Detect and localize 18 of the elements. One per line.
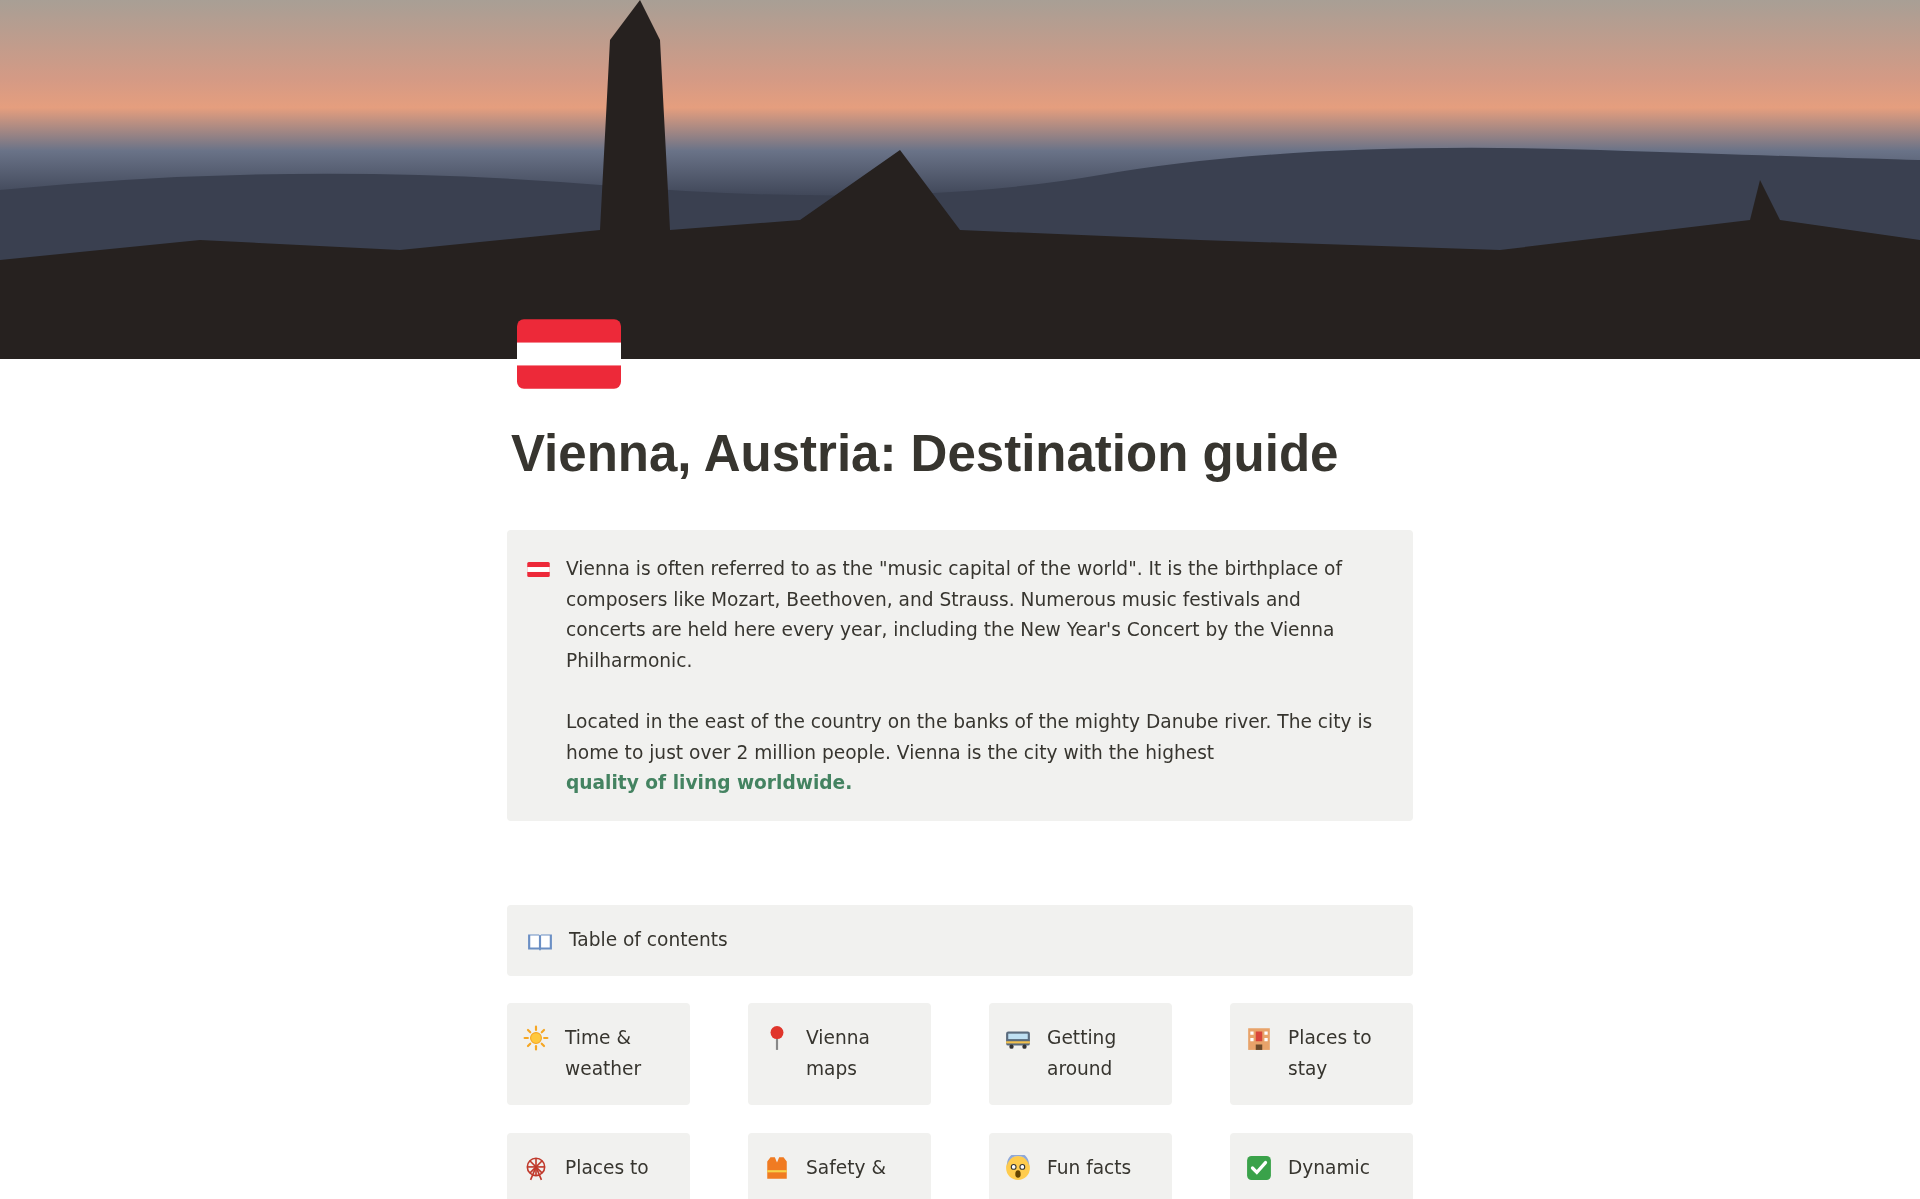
flag-icon bbox=[527, 562, 550, 578]
page-link-card[interactable]: Fun facts bbox=[989, 1132, 1172, 1199]
page-link-card[interactable]: Dynamic bbox=[1230, 1132, 1413, 1199]
screaming-face-icon bbox=[1005, 1154, 1031, 1181]
page-link-card[interactable]: Vienna maps bbox=[748, 1002, 931, 1105]
callout-paragraph: Located in the east of the country on the banks of the mighty Danube river. The city is home to just over 2 million people. Vienna is the city with the highest quality of living worldwide. bbox=[566, 710, 1374, 796]
page-link-card[interactable]: Safety & bbox=[748, 1132, 931, 1199]
text-link[interactable]: quality of living worldwide. bbox=[566, 772, 853, 794]
page-title: Vienna, Austria: Destination guide bbox=[511, 424, 1340, 484]
callout-paragraph: Vienna is often referred to as the "music capital of the world". It is the birthplace of composers like Mozart, Beethoven, and Strauss. Numerous music festivals and concerts are held here every year, including the New Year's Concert by the Vienna Philharmonic. bbox=[566, 557, 1344, 673]
vest-icon bbox=[764, 1154, 790, 1181]
page-link-card[interactable]: Time & weather bbox=[507, 1002, 690, 1105]
page-link-card[interactable]: Getting around bbox=[989, 1002, 1172, 1105]
page-link-card[interactable]: Places to bbox=[507, 1132, 690, 1199]
check-icon bbox=[1246, 1154, 1272, 1181]
sun-icon bbox=[523, 1024, 549, 1051]
toc-header[interactable]: Table of contents bbox=[507, 904, 1413, 976]
page-link-card[interactable]: Places to stay bbox=[1230, 1002, 1413, 1105]
